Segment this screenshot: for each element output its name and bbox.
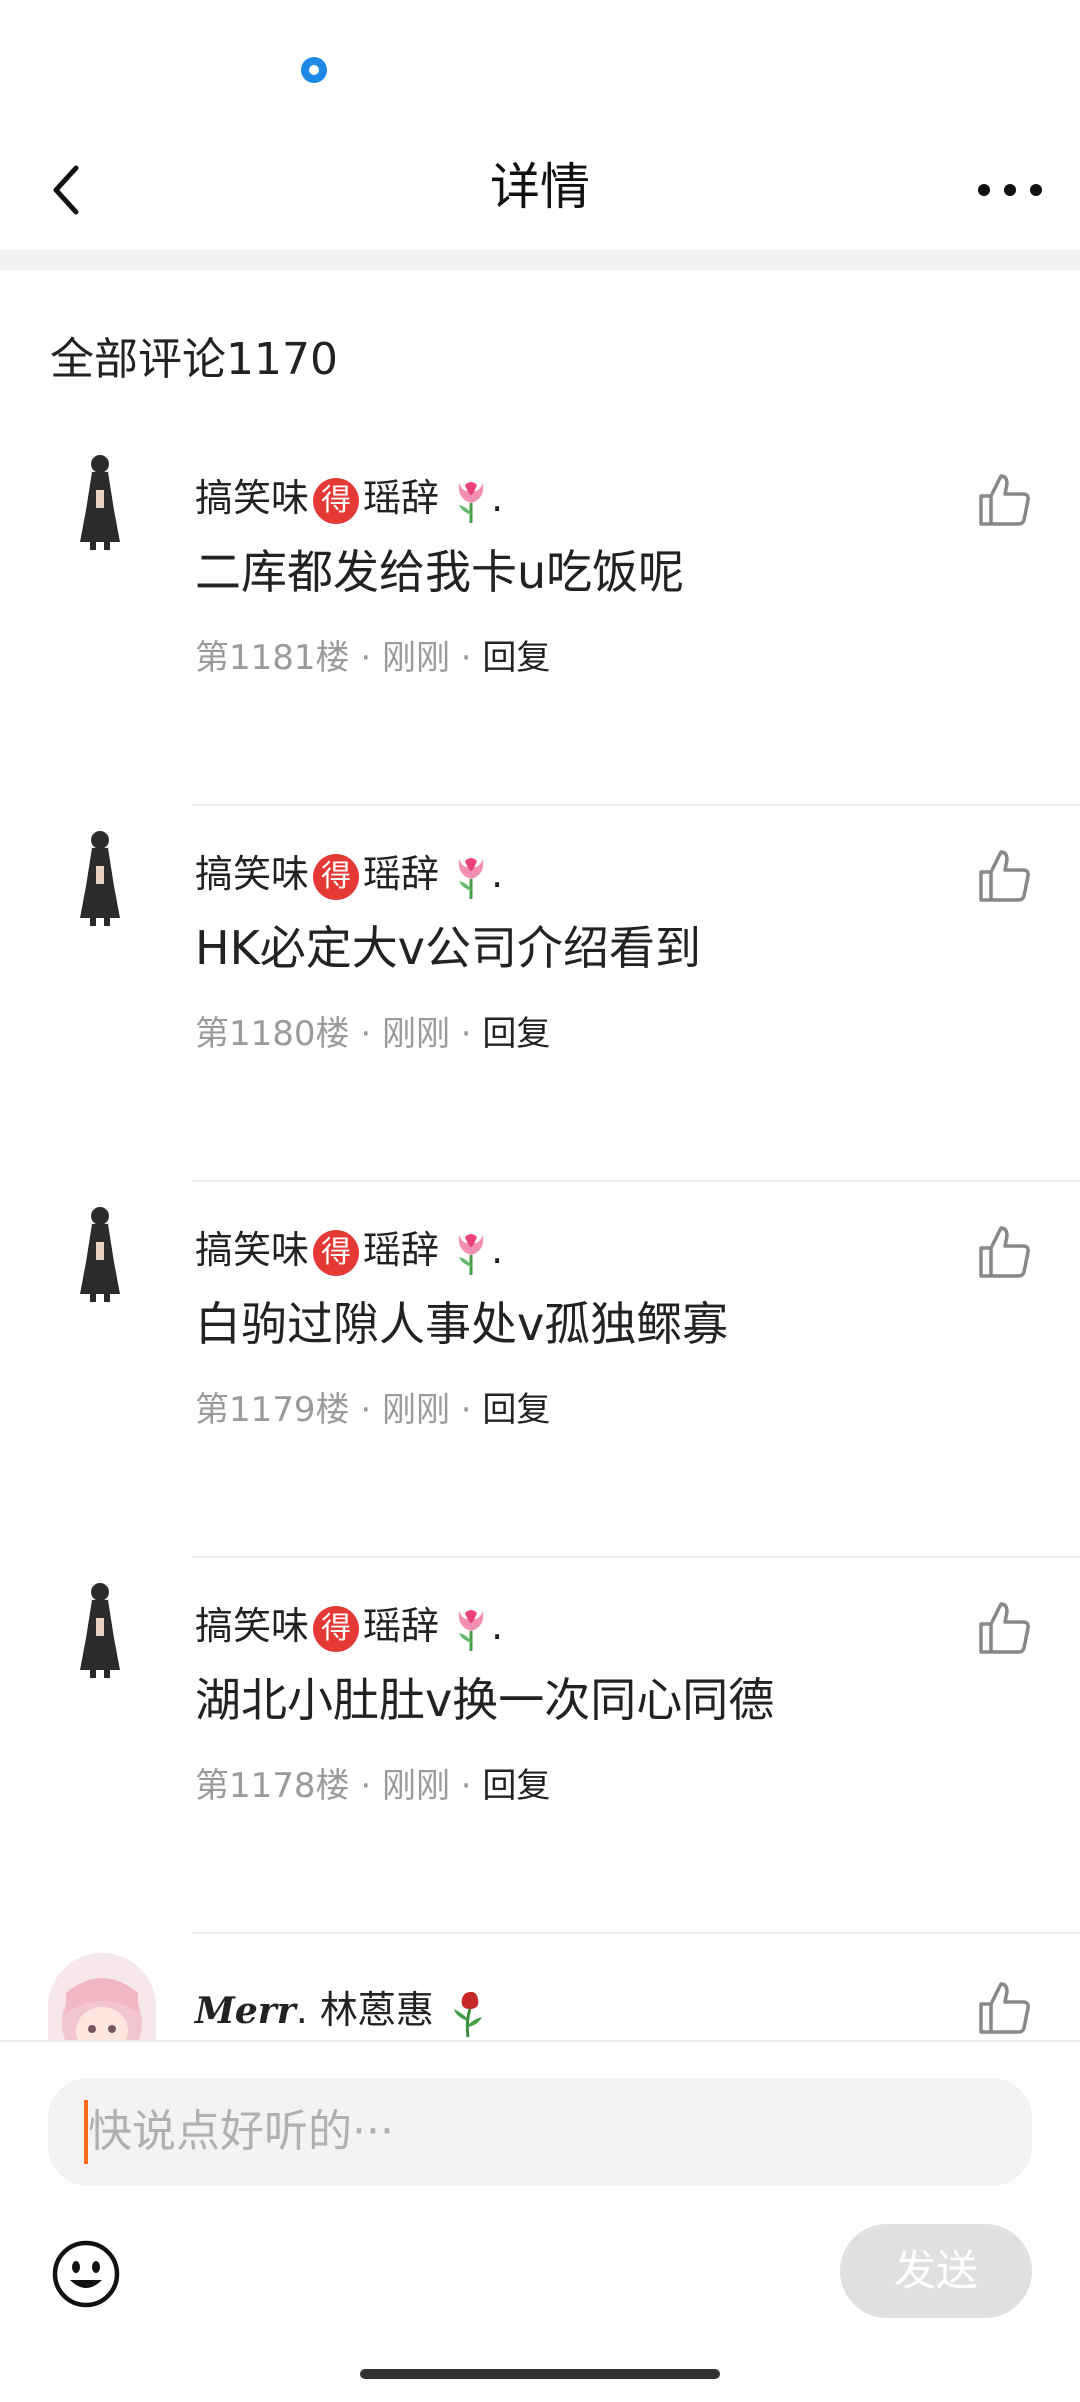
floor-label: 第1181楼 [195, 638, 350, 678]
like-button[interactable] [975, 470, 1035, 530]
reply-button[interactable]: 回复 [482, 1014, 550, 1054]
username[interactable]: 搞笑味得瑶辞 . [195, 1598, 503, 1654]
floor-label: 第1180楼 [195, 1014, 350, 1054]
de-badge: 得 [313, 1605, 360, 1652]
page-title: 详情 [490, 158, 590, 216]
comment-text: 湖北小肚肚v换一次同心同德 [195, 1673, 775, 1727]
username[interactable]: 搞笑味得瑶辞 . [195, 846, 503, 902]
comment-text: HK必定大v公司介绍看到 [195, 921, 701, 975]
anime-avatar-icon [48, 1953, 156, 2053]
comment-input[interactable]: 快说点好听的··· [48, 2078, 1032, 2186]
emoji-button[interactable] [50, 2238, 122, 2310]
tulip-icon [458, 481, 484, 523]
header-divider [0, 250, 1080, 270]
input-placeholder: 快说点好听的··· [88, 2106, 394, 2157]
like-button[interactable] [975, 1978, 1035, 2038]
thumbs-up-icon [979, 850, 1030, 902]
comment-item[interactable]: 搞笑味得瑶辞 . 二库都发给我卡u吃饭呢 第1181楼 · 刚刚 · 回复 [0, 430, 1080, 806]
row-separator [193, 1932, 1080, 1934]
reply-button[interactable]: 回复 [482, 1766, 550, 1806]
avatar[interactable] [48, 1953, 156, 2053]
de-badge: 得 [313, 853, 360, 900]
timestamp: 刚刚 [381, 638, 450, 678]
thumbs-up-icon [979, 1602, 1030, 1654]
floor-label: 第1179楼 [195, 1390, 350, 1430]
timestamp: 刚刚 [381, 1766, 450, 1806]
comment-composer: 快说点好听的··· 发送 [0, 2040, 1080, 2402]
timestamp: 刚刚 [381, 1390, 450, 1430]
comment-meta: 第1180楼 · 刚刚 · 回复 [195, 1014, 551, 1054]
home-indicator[interactable] [360, 2369, 720, 2379]
smiley-icon [52, 2240, 120, 2308]
more-horizontal-icon [978, 184, 1042, 196]
thumbs-up-icon [979, 1982, 1030, 2034]
avatar[interactable] [70, 450, 130, 550]
nav-bar: 详情 [0, 130, 1080, 250]
comment-meta: 第1181楼 · 刚刚 · 回复 [195, 638, 551, 678]
reply-button[interactable]: 回复 [482, 1390, 550, 1430]
comment-item[interactable]: 搞笑味得瑶辞 . 白驹过隙人事处v孤独鳏寡 第1179楼 · 刚刚 · 回复 [0, 1182, 1080, 1558]
notification-dot-icon [301, 57, 327, 83]
thumbs-up-icon [979, 474, 1030, 526]
like-button[interactable] [975, 846, 1035, 906]
wilted-rose-icon [453, 1991, 482, 2037]
comment-text: 二库都发给我卡u吃饭呢 [195, 545, 685, 599]
comment-meta: 第1179楼 · 刚刚 · 回复 [195, 1390, 551, 1430]
comments-count-title: 全部评论1170 [50, 334, 338, 385]
timestamp: 刚刚 [381, 1014, 450, 1054]
avatar[interactable] [70, 826, 130, 926]
tulip-icon [458, 1609, 484, 1651]
status-bar [0, 0, 1080, 130]
de-badge: 得 [313, 1229, 360, 1276]
text-cursor [84, 2100, 88, 2164]
avatar[interactable] [70, 1578, 130, 1678]
username[interactable]: 搞笑味得瑶辞 . [195, 470, 503, 526]
tulip-icon [458, 1233, 484, 1275]
send-button[interactable]: 发送 [840, 2224, 1032, 2318]
like-button[interactable] [975, 1222, 1035, 1282]
comment-item[interactable]: 搞笑味得瑶辞 . 湖北小肚肚v换一次同心同德 第1178楼 · 刚刚 · 回复 [0, 1558, 1080, 1934]
username[interactable]: 搞笑味得瑶辞 . [195, 1222, 503, 1278]
like-button[interactable] [975, 1598, 1035, 1658]
comment-text: 白驹过隙人事处v孤独鳏寡 [195, 1297, 729, 1351]
de-badge: 得 [313, 477, 360, 524]
tulip-icon [458, 857, 484, 899]
comment-item[interactable]: 搞笑味得瑶辞 . HK必定大v公司介绍看到 第1180楼 · 刚刚 · 回复 [0, 806, 1080, 1182]
username[interactable]: Merr. 林蒽惠 [195, 1982, 490, 2039]
more-button[interactable] [970, 150, 1050, 230]
avatar[interactable] [70, 1202, 130, 1302]
floor-label: 第1178楼 [195, 1766, 350, 1806]
comment-meta: 第1178楼 · 刚刚 · 回复 [195, 1766, 551, 1806]
reply-button[interactable]: 回复 [482, 638, 550, 678]
thumbs-up-icon [979, 1226, 1030, 1278]
